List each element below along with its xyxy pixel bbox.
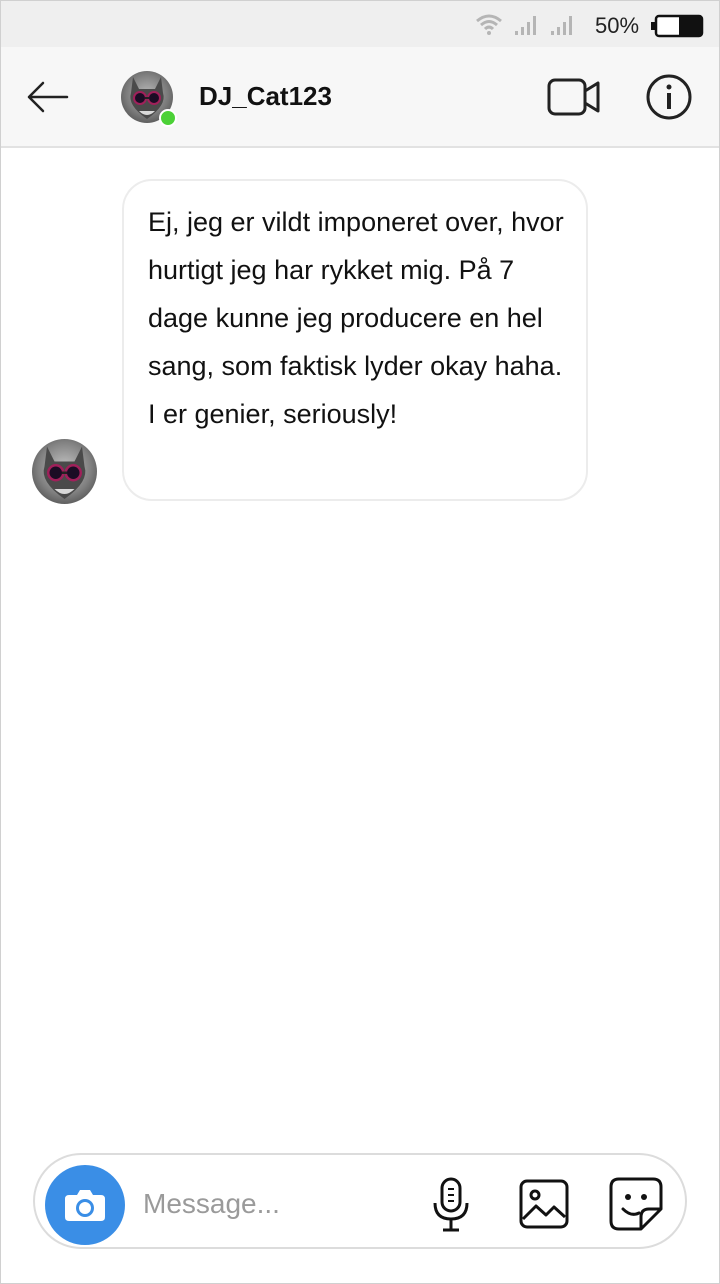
online-status-dot [159,109,177,127]
info-button[interactable] [645,73,693,121]
chat-header: DJ_Cat123 [1,47,719,148]
signal-icon [551,16,572,35]
message-bubble[interactable]: Ej, jeg er vildt imponeret over, hvor hu… [122,179,588,501]
info-icon [646,74,692,120]
wifi-icon [476,14,502,35]
gallery-button[interactable] [519,1179,569,1229]
contact-avatar[interactable] [121,71,177,127]
contact-name[interactable]: DJ_Cat123 [199,81,332,112]
message-composer [33,1153,687,1249]
signal-icon [515,16,536,35]
video-call-button[interactable] [547,77,601,117]
sticker-button[interactable] [609,1177,663,1231]
camera-button[interactable] [45,1165,125,1245]
microphone-icon [433,1177,469,1232]
message-input[interactable] [141,1181,415,1227]
voice-message-button[interactable] [431,1177,471,1233]
chat-screen: 50% DJ_Cat123 Ej, jeg er vildt imponeret… [0,0,720,1284]
message-sender-avatar[interactable] [32,439,97,504]
video-call-icon [547,78,600,116]
image-icon [519,1179,569,1229]
battery-percent: 50% [595,13,640,38]
back-arrow-icon [27,81,69,113]
sticker-icon [609,1177,663,1231]
camera-icon [65,1190,105,1221]
cat-avatar-image [43,446,86,499]
battery-icon [651,14,704,38]
message-text: Ej, jeg er vildt imponeret over, hvor hu… [148,207,564,429]
status-bar: 50% [1,1,719,47]
back-button[interactable] [23,77,71,117]
